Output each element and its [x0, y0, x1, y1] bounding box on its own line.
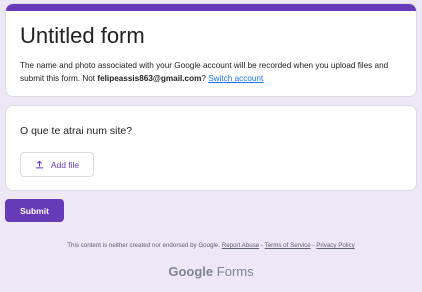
google-forms-logo[interactable]: Google Forms	[0, 264, 422, 279]
submit-button[interactable]: Submit	[5, 199, 64, 222]
terms-of-service-link[interactable]: Terms of Service	[265, 242, 311, 249]
switch-account-link[interactable]: Switch account	[208, 74, 263, 83]
brand-forms: Forms	[216, 264, 254, 279]
footer-disclaimer-text: This content is neither created nor endo…	[67, 242, 220, 249]
add-file-label: Add file	[50, 159, 80, 170]
privacy-policy-link[interactable]: Privacy Policy	[316, 242, 355, 249]
brand-google: Google	[168, 264, 214, 279]
add-file-button[interactable]: Add file	[20, 152, 94, 177]
question-title: O que te atrai num site?	[20, 125, 133, 137]
form-header-card: Untitled form The name and photo associa…	[5, 3, 417, 97]
account-email: felipeassis863@gmail.com	[97, 74, 202, 83]
question-card: O que te atrai num site? Add file	[5, 105, 417, 191]
form-title: Untitled form	[20, 23, 145, 48]
account-notice: The name and photo associated with your …	[20, 59, 412, 85]
header-accent-bar	[6, 4, 416, 11]
upload-icon	[35, 160, 44, 169]
footer-disclaimer: This content is neither created nor endo…	[0, 242, 422, 249]
report-abuse-link[interactable]: Report Abuse	[222, 242, 260, 249]
